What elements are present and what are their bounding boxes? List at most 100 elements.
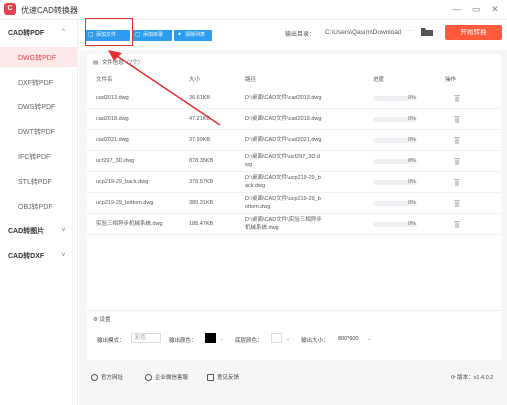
version-label: 版本：v1.4.0.2 [457,375,494,381]
file-name: 实验三相异步机械系统.dwg [96,221,163,227]
file-path-cont: ottom.dwg [245,204,271,210]
feedback-link[interactable]: 意见反馈 [207,373,240,382]
progress-percent: 0% [408,116,416,122]
col-action: 操作 [445,77,457,83]
output-color-swatch[interactable] [205,333,216,343]
clear-list-label: 清除列表 [185,32,206,38]
bg-color-label: 底层颜色： [235,338,263,344]
app-title: 优速CAD转换器 [21,6,78,15]
add-folder-button[interactable]: ▢ 添加目录 [132,30,172,41]
more-button[interactable]: ··· [406,28,412,34]
progress-percent: 0% [408,137,416,143]
file-name: ucp219-29_back.dwg [96,179,149,185]
feedback-label: 意见反馈 [217,375,240,381]
bg-color-swatch[interactable] [271,333,282,343]
sidebar-category-cad-to-pdf[interactable]: CAD转PDF [8,28,44,38]
sidebar-item-dxf-to-pdf[interactable]: DXF转PDF [18,78,53,88]
output-dir-field[interactable]: C:\Users\Qasim\Downloads [325,26,401,39]
minimize-button[interactable]: — [451,3,463,15]
globe-icon [91,374,98,382]
close-button[interactable]: ✕ [489,3,501,15]
chevron-down-icon[interactable]: ⌄ [286,336,290,342]
file-list-icon: ▤ [93,60,99,66]
trash-icon[interactable] [454,179,460,186]
table-row[interactable]: cad2021.dwg 37.99KB D:\桌面\CAD文件\cad2021.dw… [87,130,501,151]
sidebar-item-dwg-to-pdf[interactable]: DWG转PDF [18,53,56,63]
col-path: 路径 [245,77,257,83]
chevron-down-icon[interactable]: v [62,227,65,233]
table-row[interactable]: ucp219-29_back.dwg 378.57KB D:\桌面\CAD文件\uc… [87,172,501,193]
app-logo: C [4,3,16,15]
restore-button[interactable]: ▭ [470,3,482,15]
service-label: 企业微信客服 [155,375,189,381]
file-path-cont: ack.dwg [245,183,266,189]
chevron-up-icon[interactable]: ^ [62,29,65,35]
file-name: ucp219-29_bottom.dwg [96,200,154,206]
service-link[interactable]: 企业微信客服 [145,373,189,382]
sidebar-category-cad-to-image[interactable]: CAD转图片 [8,226,44,236]
folder-icon: ▢ [135,32,141,38]
progress-percent: 0% [408,158,416,164]
file-path: D:\桌面\CAD文件\实验三相异步 [245,217,322,223]
chevron-down-icon[interactable]: ⌄ [367,336,371,342]
output-color-label: 输出颜色： [169,338,197,344]
sidebar-item-dws-to-pdf[interactable]: DWS转PDF [18,102,55,112]
col-progress: 进度 [373,77,385,83]
file-size: 380.31KB [189,200,214,206]
file-path-cont: 机械系统.dwg [245,225,279,231]
settings-title-text: 设置 [99,317,111,323]
clear-list-button[interactable]: ✦ 清除列表 [174,30,212,41]
settings-panel: ⚙ 设置 输出模式： 彩色 输出颜色： ⌄ 底层颜色： ⌄ 输出大小： 800*… [87,310,501,360]
progress-percent: 0% [408,200,416,206]
gear-icon: ⚙ [93,317,98,323]
table-row[interactable]: 实验三相异步机械系统.dwg 188.47KB D:\桌面\CAD文件\实验三相异步… [87,214,501,235]
start-convert-button[interactable]: 开始转换 [445,25,502,40]
file-path: D:\桌面\CAD文件\ucp219-29_b [245,175,321,181]
progress-percent: 0% [408,95,416,101]
progress-percent: 0% [408,221,416,227]
settings-title: ⚙ 设置 [93,315,110,323]
trash-icon[interactable] [454,116,460,123]
add-folder-label: 添加目录 [143,32,164,38]
file-path: D:\桌面\CAD文件\cad2013.dwg [245,95,322,101]
output-size-label: 输出大小： [301,338,329,344]
file-path: D:\桌面\CAD文件\ucp219-29_b [245,196,321,202]
file-size: 878.35KB [189,158,214,164]
website-label: 官方网址 [101,375,124,381]
trash-icon[interactable] [454,95,460,102]
output-dir-label: 输出目录： [285,32,316,38]
footer: 官方网址 企业微信客服 意见反馈 ⟳ 版本：v1.4.0.2 [79,365,507,405]
title-bar: C 优速CAD转换器 — ▭ ✕ [0,0,507,20]
output-size-value[interactable]: 800*600 [338,336,359,342]
annotation-arrow [108,50,221,126]
output-mode-label: 输出模式： [97,338,125,344]
file-size: 37.99KB [189,137,211,143]
folder-open-icon[interactable] [421,27,433,37]
sidebar-item-ifc-to-pdf[interactable]: IFC转PDF [18,152,50,162]
file-size: 188.47KB [189,221,214,227]
sidebar-category-cad-to-dxf[interactable]: CAD转DXF [8,251,44,261]
file-size: 378.57KB [189,179,214,185]
headset-icon [145,374,152,382]
version-info[interactable]: ⟳ 版本：v1.4.0.2 [451,373,493,381]
table-row[interactable]: ucf297_3D.dwg 878.35KB D:\桌面\CAD文件\ucf297_… [87,151,501,172]
sidebar: CAD转PDF ^ DWG转PDF DXF转PDF DWS转PDF DWT转PD… [0,20,78,405]
file-path: D:\桌面\CAD文件\cad2021.dwg [245,137,322,143]
chevron-down-icon[interactable]: ⌄ [220,336,224,342]
website-link[interactable]: 官方网址 [91,373,124,382]
trash-icon[interactable] [454,221,460,228]
trash-icon[interactable] [454,158,460,165]
trash-icon[interactable] [454,137,460,144]
trash-icon[interactable] [454,200,460,207]
file-path-cont: wg [245,162,253,168]
feedback-icon [207,374,214,382]
output-mode-select[interactable]: 彩色 [131,333,161,343]
sidebar-item-stl-to-pdf[interactable]: STL转PDF [18,177,52,187]
chevron-down-icon[interactable]: v [62,252,65,258]
file-name: cad2021.dwg [96,137,129,143]
sidebar-item-obj-to-pdf[interactable]: OBJ转PDF [18,202,53,212]
file-path: D:\桌面\CAD文件\cad2018.dwg [245,116,322,122]
table-row[interactable]: ucp219-29_bottom.dwg 380.31KB D:\桌面\CAD文件\… [87,193,501,214]
sidebar-item-dwt-to-pdf[interactable]: DWT转PDF [18,127,55,137]
file-path: D:\桌面\CAD文件\ucf297_3D.d [245,154,320,160]
